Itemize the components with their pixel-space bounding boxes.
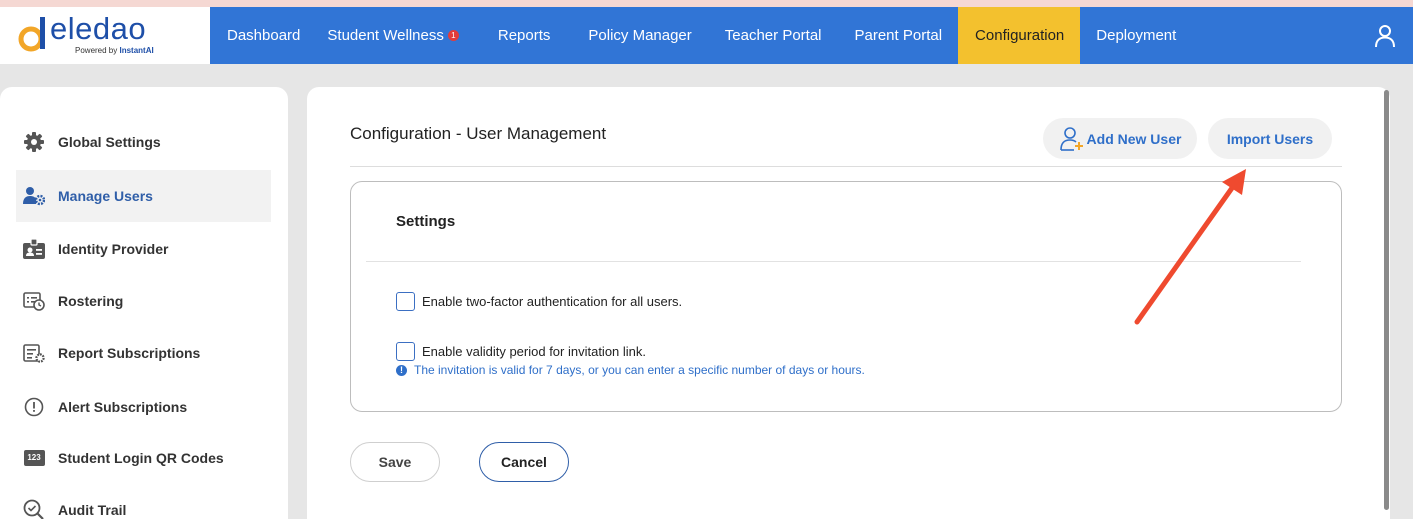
sidebar-item-rostering[interactable]: Rostering: [16, 275, 271, 327]
validity-period-label: Enable validity period for invitation li…: [422, 344, 647, 359]
sidebar-item-audit-trail[interactable]: Audit Trail: [16, 484, 271, 519]
settings-title: Settings: [396, 213, 456, 230]
sidebar-item-label: Rostering: [58, 293, 124, 309]
sidebar: Global Settings Manage Users Identity Pr: [0, 87, 288, 519]
validity-period-option: Enable validity period for invitation li…: [396, 342, 646, 361]
top-nav-bar: eledao Powered by InstantAI Dashboard St…: [0, 7, 1413, 64]
validity-period-checkbox[interactable]: [396, 342, 415, 361]
add-new-user-button[interactable]: Add New User: [1043, 118, 1197, 159]
sidebar-item-identity-provider[interactable]: Identity Provider: [16, 223, 271, 275]
cancel-button[interactable]: Cancel: [479, 442, 569, 482]
page-title: Configuration - User Management: [350, 124, 607, 143]
settings-card: Settings Enable two-factor authenticatio…: [350, 181, 1342, 412]
nav-policy-manager[interactable]: Policy Manager: [570, 7, 707, 64]
top-strip: [0, 0, 1413, 7]
nav-dashboard[interactable]: Dashboard: [210, 7, 317, 64]
nav-deployment[interactable]: Deployment: [1080, 7, 1192, 64]
id-badge-icon: [23, 238, 45, 260]
settings-divider: [366, 261, 1301, 262]
nav-parent-portal[interactable]: Parent Portal: [838, 7, 959, 64]
logo-text: eledao: [50, 11, 147, 46]
main-nav: Dashboard Student Wellness 1 Reports Pol…: [210, 7, 1192, 64]
import-users-button[interactable]: Import Users: [1208, 118, 1332, 159]
add-user-icon: [1059, 126, 1083, 151]
logo[interactable]: eledao Powered by InstantAI: [0, 7, 210, 64]
scrollbar[interactable]: [1384, 90, 1389, 510]
sidebar-item-report-subscriptions[interactable]: Report Subscriptions: [16, 327, 271, 379]
sidebar-item-alert-subscriptions[interactable]: Alert Subscriptions: [16, 381, 271, 433]
logo-powered-by: Powered by InstantAI: [75, 46, 154, 55]
search-check-icon: [23, 499, 45, 519]
report-settings-icon: [23, 342, 45, 364]
two-factor-label: Enable two-factor authentication for all…: [422, 294, 683, 309]
sidebar-item-manage-users[interactable]: Manage Users: [16, 170, 271, 222]
sidebar-item-label: Alert Subscriptions: [58, 399, 188, 415]
invitation-hint: ! The invitation is valid for 7 days, or…: [396, 363, 865, 377]
sidebar-item-label: Student Login QR Codes: [58, 450, 224, 466]
nav-reports[interactable]: Reports: [476, 7, 571, 64]
nav-student-wellness[interactable]: Student Wellness 1: [317, 7, 475, 64]
main-panel: Configuration - User Management Add New …: [307, 87, 1390, 519]
title-divider: [350, 166, 1342, 167]
sidebar-item-global-settings[interactable]: Global Settings: [16, 116, 271, 168]
info-icon: !: [396, 364, 407, 376]
logo-mark-icon: [18, 17, 45, 52]
numbers-icon: 123: [23, 447, 45, 469]
nav-configuration[interactable]: Configuration: [958, 7, 1081, 64]
sidebar-item-label: Global Settings: [58, 134, 161, 150]
sidebar-item-label: Manage Users: [58, 188, 153, 204]
save-button[interactable]: Save: [350, 442, 440, 482]
user-icon[interactable]: [1374, 24, 1396, 48]
two-factor-checkbox[interactable]: [396, 292, 415, 311]
gear-icon: [23, 131, 45, 153]
alert-circle-icon: [23, 396, 45, 418]
sidebar-item-label: Audit Trail: [58, 502, 127, 518]
two-factor-option: Enable two-factor authentication for all…: [396, 292, 682, 311]
users-gear-icon: [23, 185, 45, 207]
sidebar-item-label: Identity Provider: [58, 241, 169, 257]
notification-badge: 1: [447, 30, 459, 41]
sidebar-item-student-login-qr-codes[interactable]: 123 Student Login QR Codes: [16, 432, 271, 484]
roster-icon: [23, 290, 45, 312]
nav-teacher-portal[interactable]: Teacher Portal: [708, 7, 838, 64]
sidebar-item-label: Report Subscriptions: [58, 345, 201, 361]
